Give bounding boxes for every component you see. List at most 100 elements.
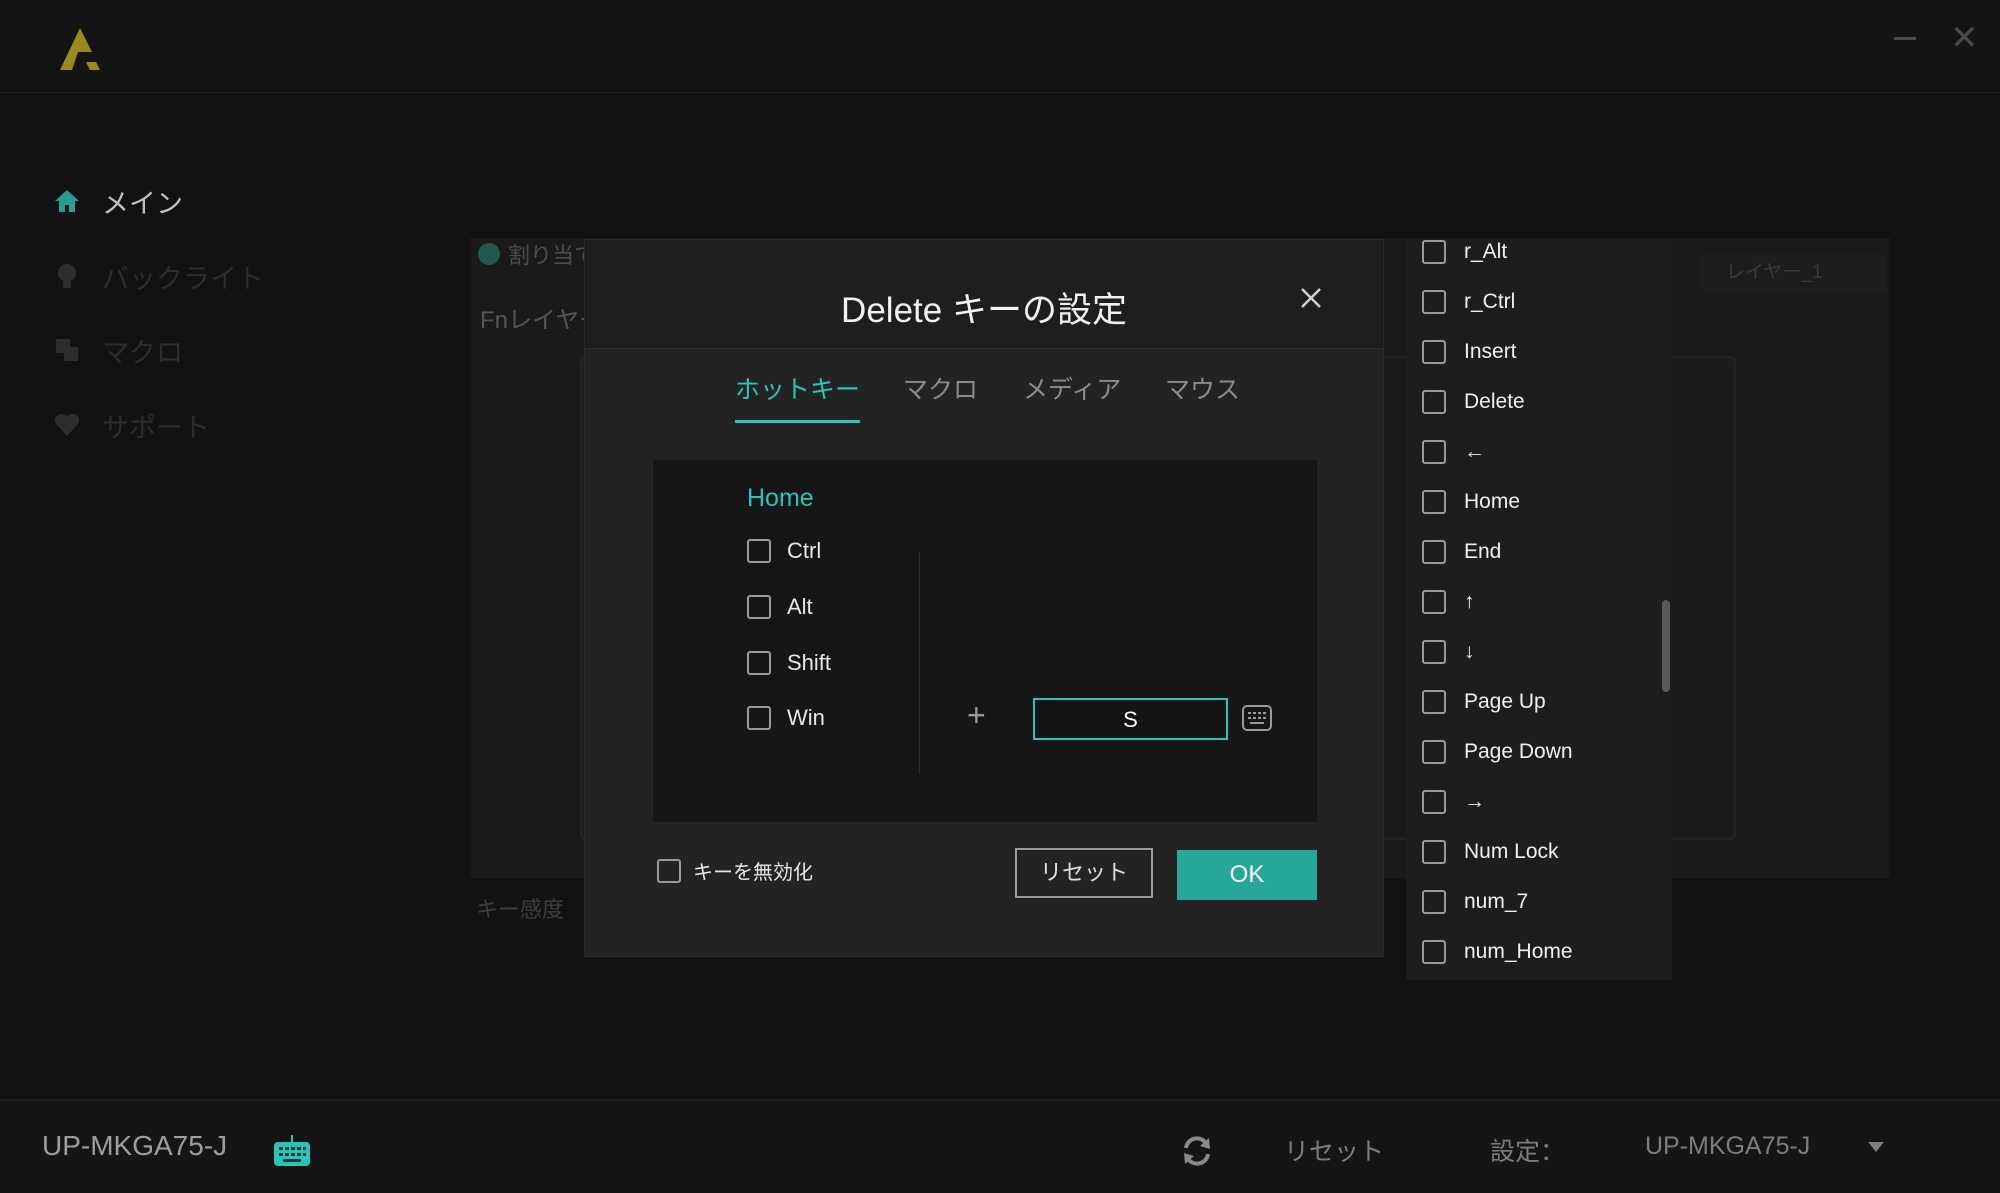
list-item[interactable]: ← [1406,427,1672,477]
key-label: → [1464,790,1485,813]
reset-button[interactable]: リセット [1015,848,1153,898]
modifier-alt[interactable]: Alt [747,594,813,620]
sidebar-item-label: メイン [102,188,183,219]
key-checkbox[interactable] [1422,740,1446,764]
key-checkbox[interactable] [1422,440,1446,464]
disable-key-label: キーを無効化 [693,862,813,884]
list-item[interactable]: num_7 [1406,877,1672,927]
key-sensitivity-label: キー感度 [476,897,565,922]
keyboard-device-icon[interactable] [272,1132,312,1168]
hotkey-panel: Home Ctrl Alt Shift Win + S [653,460,1317,822]
key-label: Home [1464,490,1521,513]
list-item[interactable]: num_Home [1406,927,1672,977]
alt-checkbox[interactable] [747,595,771,619]
modifier-shift[interactable]: Shift [747,650,831,676]
tab-macro[interactable]: マクロ [903,370,978,420]
key-checkbox[interactable] [1422,690,1446,714]
layer-select[interactable]: レイヤー_1 [1700,254,1886,292]
refresh-icon[interactable] [1180,1134,1214,1168]
dialog-tabs: ホットキー マクロ メディア マウス [585,370,1383,430]
bottom-reset-button[interactable]: リセット [1284,1132,1384,1168]
ok-button[interactable]: OK [1177,850,1317,900]
macro-icon [54,337,80,363]
sidebar-item-support[interactable]: サポート [54,405,210,445]
key-label: ↓ [1464,640,1475,663]
selected-key-label: Home [747,484,814,512]
list-item[interactable]: → [1406,777,1672,827]
list-item[interactable]: Num Lock [1406,827,1672,877]
sidebar-item-label: バックライト [102,263,264,294]
tab-hotkey[interactable]: ホットキー [735,370,861,423]
list-item[interactable]: Insert [1406,327,1672,377]
key-label: ← [1464,440,1485,463]
list-item[interactable]: ↓ [1406,627,1672,677]
key-checkbox[interactable] [1422,540,1446,564]
key-checkbox[interactable] [1422,240,1446,264]
key-checkbox[interactable] [1422,640,1446,664]
key-label: Insert [1464,340,1517,363]
window-close-icon[interactable]: ✕ [1950,21,1979,55]
list-item[interactable]: ↑ [1406,577,1672,627]
app-logo [60,28,100,70]
key-label: Page Down [1464,740,1573,763]
key-settings-dialog: Delete キーの設定 ホットキー マクロ メディア マウス Home Ctr… [585,240,1383,956]
key-label: Page Up [1464,690,1546,713]
chevron-down-icon[interactable] [1868,1142,1884,1152]
modifier-label: Shift [787,650,832,675]
sidebar-item-backlight[interactable]: バックライト [54,256,264,296]
modifier-ctrl[interactable]: Ctrl [747,538,821,564]
key-checkbox[interactable] [1422,290,1446,314]
keyboard-icon[interactable] [1241,702,1273,734]
title-bar [0,0,2000,93]
list-item[interactable]: Page Up [1406,677,1672,727]
key-checkbox[interactable] [1422,590,1446,614]
list-item[interactable]: r_Ctrl [1406,277,1672,327]
sidebar-item-main[interactable]: メイン [54,181,183,221]
tab-mouse[interactable]: マウス [1165,370,1240,420]
list-item[interactable]: Home [1406,477,1672,527]
key-checkbox[interactable] [1422,940,1446,964]
key-label: End [1464,540,1502,563]
dialog-title: Delete キーの設定 [841,291,1127,330]
tab-media[interactable]: メディア [1023,370,1121,420]
sidebar-item-macro[interactable]: マクロ [54,330,183,370]
device-name: UP-MKGA75-J [42,1130,228,1161]
key-checkbox[interactable] [1422,890,1446,914]
list-item[interactable]: Delete [1406,377,1672,427]
profile-select[interactable]: UP-MKGA75-J [1645,1132,1810,1161]
key-checkbox[interactable] [1422,340,1446,364]
key-list[interactable]: r_Alt r_Ctrl Insert Delete ← Home End ↑ … [1406,240,1672,980]
status-dot-icon [478,243,500,265]
disable-key-checkbox[interactable] [657,858,681,883]
disable-key-option[interactable]: キーを無効化 [657,856,813,885]
modifier-label: Win [787,705,825,730]
heart-icon [54,412,80,438]
divider [919,552,920,774]
key-label: num_Home [1464,940,1573,963]
key-checkbox[interactable] [1422,490,1446,514]
list-item[interactable]: End [1406,527,1672,577]
key-checkbox[interactable] [1422,790,1446,814]
key-input[interactable]: S [1033,698,1228,740]
key-checkbox[interactable] [1422,840,1446,864]
assign-label: 割り当て [508,243,597,268]
scrollbar[interactable] [1662,600,1670,692]
key-label: ↑ [1464,590,1475,613]
list-item[interactable]: Page Down [1406,727,1672,777]
modifier-label: Alt [787,594,813,619]
win-checkbox[interactable] [747,706,771,730]
key-label: r_Ctrl [1464,290,1516,313]
sidebar-item-label: サポート [102,412,210,443]
key-checkbox[interactable] [1422,390,1446,414]
list-item[interactable]: r_Alt [1406,240,1672,277]
key-label: r_Alt [1464,240,1508,263]
key-label: num_7 [1464,890,1529,913]
bulb-icon [54,263,80,289]
minimize-icon[interactable] [1894,37,1916,40]
modifier-win[interactable]: Win [747,705,825,731]
close-icon[interactable] [1293,280,1329,316]
key-label: Num Lock [1464,840,1559,863]
shift-checkbox[interactable] [747,651,771,675]
ctrl-checkbox[interactable] [747,539,771,563]
plus-sign: + [967,697,986,733]
